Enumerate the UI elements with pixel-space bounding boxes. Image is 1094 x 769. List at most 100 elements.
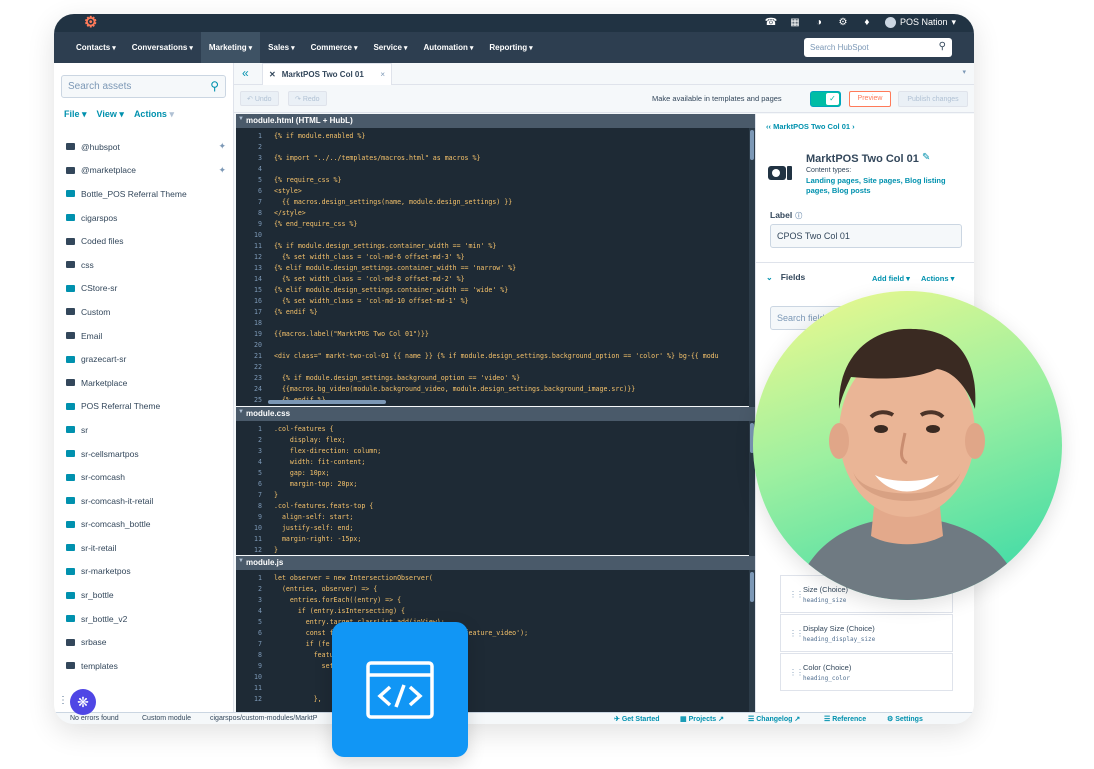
person-illustration	[793, 328, 1023, 600]
js-code-pane[interactable]: ▼ module.js 1 let observer = new Intersect…	[236, 556, 755, 724]
theme-folder-icon	[66, 402, 75, 410]
pin-icon[interactable]: ✦	[218, 165, 226, 176]
sidebar-item[interactable]: Email	[66, 324, 226, 348]
chevron-down-icon[interactable]: ⌄	[766, 273, 773, 282]
reference-link[interactable]: ☰ Reference	[824, 715, 866, 723]
code-text: {{macros.bg_video(module.background_vide…	[274, 385, 636, 393]
code-text: justify-self: end;	[274, 524, 354, 532]
drag-handle-icon[interactable]: ⋮⋮	[789, 668, 804, 677]
availability-toggle[interactable]: ✓	[810, 91, 841, 107]
add-field-button[interactable]: Add field ▾	[872, 274, 910, 283]
get-started-link[interactable]: ✈ Get Started	[614, 715, 660, 723]
horizontal-scrollbar[interactable]	[268, 400, 386, 404]
nav-item-contacts[interactable]: Contacts ▾	[68, 32, 124, 63]
settings-link[interactable]: ⚙ Settings	[887, 715, 923, 723]
nav-item-service[interactable]: Service ▾	[365, 32, 415, 63]
pin-icon[interactable]: ✦	[218, 141, 226, 152]
sidebar-item[interactable]: sr-comcash-it-retail	[66, 489, 226, 513]
code-line: 12 },	[236, 694, 755, 705]
code-line: 9 set	[236, 661, 755, 672]
changelog-link[interactable]: ☰ Changelog ↗	[748, 715, 800, 723]
chevron-down-icon[interactable]: ▾	[962, 68, 966, 76]
sidebar-item[interactable]: sr_bottle_v2	[66, 607, 226, 631]
sidebar-item[interactable]: Custom	[66, 300, 226, 324]
sidebar-item[interactable]: POS Referral Theme	[66, 395, 226, 419]
label-input[interactable]: CPOS Two Col 01	[770, 224, 962, 248]
sidebar-item[interactable]: sr-comcash_bottle	[66, 513, 226, 537]
code-text: gap: 10px;	[274, 469, 330, 477]
fields-actions-button[interactable]: Actions ▾	[921, 274, 954, 283]
sidebar-item-label: sr_bottle	[81, 590, 114, 601]
asset-search-input[interactable]: Search assets ⚲	[61, 75, 226, 98]
collapse-sidebar-icon[interactable]: «	[242, 66, 249, 80]
sidebar-item[interactable]: Marketplace	[66, 371, 226, 395]
sidebar-item[interactable]: grazecart-sr	[66, 347, 226, 371]
field-card[interactable]: ⋮⋮ Display Size (Choice) heading_display…	[780, 614, 953, 652]
redo-button[interactable]: ↷ Redo	[288, 91, 327, 106]
notifications-bell-icon[interactable]: ♦	[861, 16, 873, 28]
sidebar-item[interactable]: sr-marketpos	[66, 560, 226, 584]
settings-gear-icon[interactable]: ⚙	[837, 16, 849, 28]
sidebar-item-label: cigarspos	[81, 212, 118, 223]
nav-item-marketing[interactable]: Marketing ▾	[200, 32, 261, 63]
file-menu[interactable]: File ▾	[64, 109, 87, 120]
chevron-down-icon[interactable]: ▼	[238, 558, 244, 564]
projects-link[interactable]: ▦ Projects ↗	[680, 715, 724, 723]
undo-button[interactable]: ↶ Undo	[240, 91, 279, 106]
content-types-links[interactable]: Landing pages, Site pages, Blog listing …	[806, 176, 956, 196]
drag-handle-icon[interactable]: ⋮⋮	[789, 629, 804, 638]
sidebar-item[interactable]: sr-cellsmartpos	[66, 442, 226, 466]
drag-handle-icon[interactable]: ⋮⋮	[789, 590, 804, 599]
chevron-down-icon[interactable]: ▼	[238, 409, 244, 415]
actions-menu[interactable]: Actions ▾	[134, 109, 174, 120]
sidebar-item[interactable]: css	[66, 253, 226, 277]
breadcrumb[interactable]: ‹‹ MarktPOS Two Col 01 ›	[766, 122, 855, 131]
help-icon[interactable]: ◑	[813, 16, 825, 28]
line-number: 2	[258, 143, 262, 151]
global-search-input[interactable]: Search HubSpot ⚲	[804, 38, 952, 57]
code-text: <div class=" markt-two-col-01 {{ name }}…	[274, 352, 719, 360]
sidebar-item[interactable]: srbase	[66, 630, 226, 654]
sidebar-item[interactable]: @hubspot ✦	[66, 135, 226, 159]
code-line: 24 {{macros.bg_video(module.background_v…	[236, 384, 755, 395]
close-icon[interactable]: ×	[380, 70, 385, 79]
field-card[interactable]: ⋮⋮ Color (Choice) heading_color	[780, 653, 953, 691]
publish-button[interactable]: Publish changes	[898, 91, 968, 107]
pencil-icon[interactable]: ✎	[922, 152, 930, 163]
sidebar-item[interactable]: CStore-sr	[66, 277, 226, 301]
sidebar-item-label: css	[81, 259, 94, 270]
fold-marker	[266, 384, 274, 395]
sidebar-item[interactable]: templates	[66, 654, 226, 678]
info-icon[interactable]: ⓘ	[795, 213, 802, 220]
sidebar-item[interactable]: sr-comcash	[66, 465, 226, 489]
preview-button[interactable]: Preview	[849, 91, 891, 107]
chevron-down-icon[interactable]: ▼	[238, 116, 244, 122]
account-menu[interactable]: POS Nation ▾	[884, 16, 956, 28]
tab-module[interactable]: ✕ MarktPOS Two Col 01 ×	[262, 63, 392, 85]
code-text: .col-features.feats-top {	[274, 502, 374, 510]
html-code-pane[interactable]: ▼ module.html (HTML + HubL) 1 {% if module…	[236, 114, 755, 420]
sidebar-item[interactable]: sr-it-retail	[66, 536, 226, 560]
view-menu[interactable]: View ▾	[97, 109, 124, 120]
code-text: featu	[274, 651, 334, 659]
ai-assistant-button[interactable]: ❋	[70, 689, 96, 715]
sidebar-item[interactable]: sr_bottle	[66, 583, 226, 607]
sidebar-item[interactable]: sr	[66, 418, 226, 442]
css-code-pane[interactable]: ▼ module.css 1 .col-features {2 display: f…	[236, 407, 755, 569]
sidebar-item-label: sr-comcash	[81, 472, 125, 483]
nav-item-automation[interactable]: Automation ▾	[415, 32, 481, 63]
folder-icon	[66, 237, 75, 245]
hubspot-logo[interactable]: ⚙	[84, 15, 97, 31]
sidebar-item[interactable]: Bottle_POS Referral Theme	[66, 182, 226, 206]
marketplace-icon[interactable]: ▦	[789, 16, 801, 28]
nav-item-sales[interactable]: Sales ▾	[260, 32, 302, 63]
nav-item-reporting[interactable]: Reporting ▾	[481, 32, 540, 63]
nav-item-conversations[interactable]: Conversations ▾	[124, 32, 201, 63]
theme-folder-icon	[66, 567, 75, 575]
fields-heading[interactable]: ⌄ Fields	[766, 272, 805, 282]
phone-icon[interactable]: ☎	[765, 16, 777, 28]
sidebar-item[interactable]: Coded files	[66, 229, 226, 253]
nav-item-commerce[interactable]: Commerce ▾	[303, 32, 366, 63]
sidebar-item[interactable]: @marketplace ✦	[66, 159, 226, 183]
sidebar-item[interactable]: cigarspos	[66, 206, 226, 230]
